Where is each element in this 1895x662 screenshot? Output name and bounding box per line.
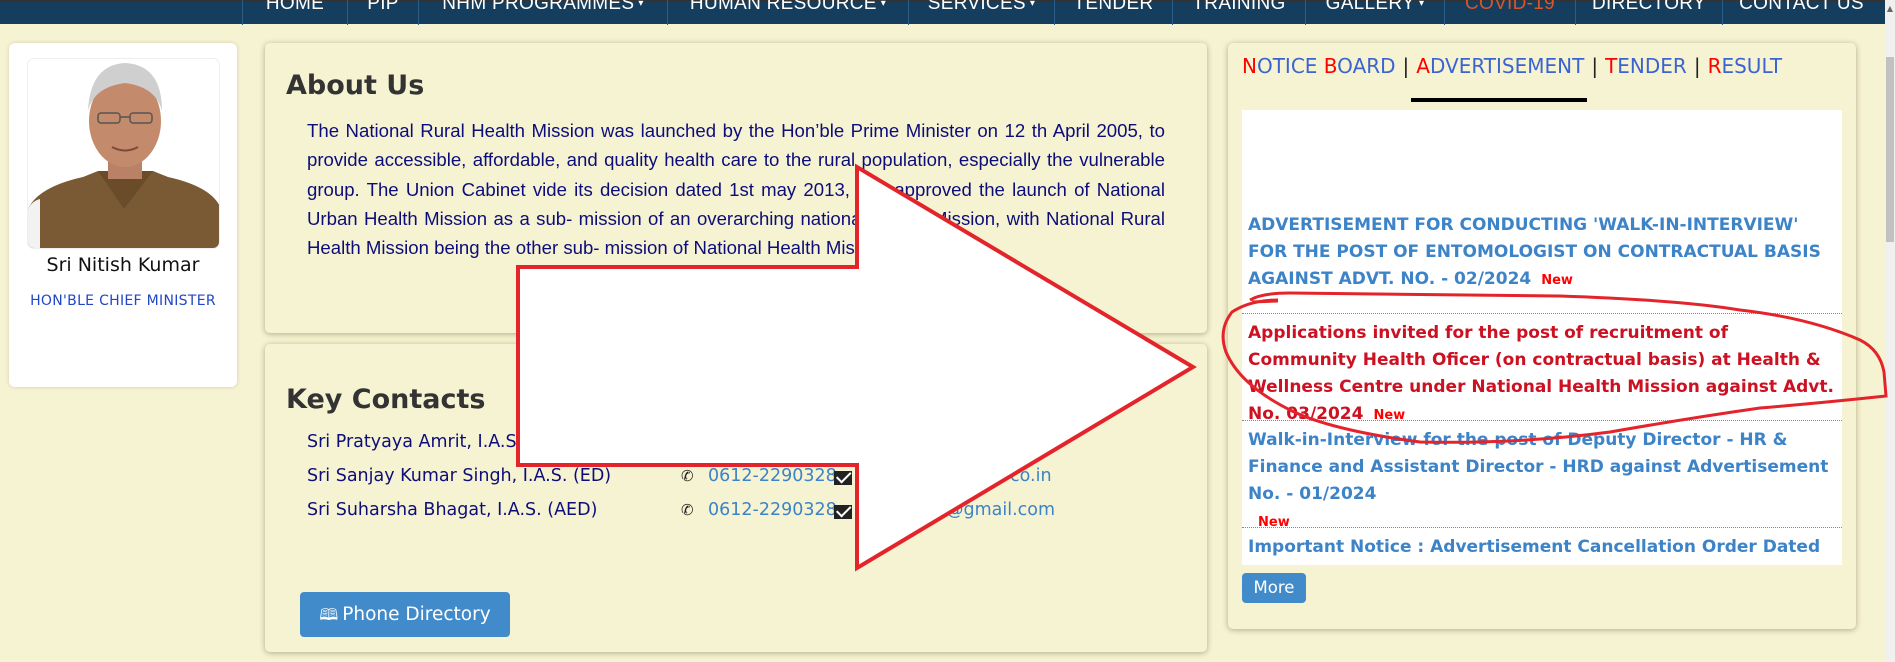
tab-tender[interactable]: TENDER — [1605, 54, 1687, 78]
divider — [1242, 420, 1842, 421]
contact-phone-link[interactable]: 0612-2290328 — [708, 500, 837, 520]
tab-separator: | — [1591, 54, 1599, 78]
tab-rest: OTICE — [1256, 54, 1324, 78]
divider — [1242, 527, 1842, 528]
nav-human-resource[interactable]: HUMAN RESOURCE ▾ — [667, 0, 908, 25]
nav-label: TRAINING — [1192, 0, 1286, 14]
contact-name: Sri Sanjay Kumar Singh, I.A.S. (ED) — [307, 466, 612, 486]
contact-name: Sri Suharsha Bhagat, I.A.S. (AED) — [307, 500, 598, 520]
chevron-down-icon: ▾ — [1029, 0, 1036, 10]
tab-separator: | — [1693, 54, 1701, 78]
tab-notice-board[interactable]: NOTICE BOARD — [1242, 54, 1396, 78]
chevron-down-icon: ▾ — [880, 0, 887, 10]
list-item[interactable]: Important Notice : Advertisement Cancell… — [1248, 534, 1838, 561]
key-contacts-heading: Key Contacts — [286, 384, 486, 415]
nav-tender[interactable]: TENDER — [1054, 0, 1172, 25]
about-us-heading: About Us — [286, 70, 425, 101]
notice-tabs: NOTICE BOARD | ADVERTISEMENT | TENDER | RESULT — [1242, 54, 1782, 78]
chief-minister-name: Sri Nitish Kumar — [46, 254, 200, 276]
more-button[interactable]: More — [1242, 573, 1306, 603]
nav-training[interactable]: TRAINING — [1172, 0, 1305, 25]
nav-nhm-programmes[interactable]: NHM PROGRAMMES ▾ — [418, 0, 667, 25]
nav-pip[interactable]: PIP — [347, 0, 418, 25]
nav-label: TENDER — [1073, 0, 1154, 14]
nav-label: DIRECTORY — [1592, 0, 1706, 14]
nav-label: CONTACT US — [1739, 0, 1864, 14]
nav-label: HOME — [265, 0, 325, 14]
new-badge: New — [1541, 273, 1573, 288]
scroll-up-arrow-icon[interactable]: ▲ — [1885, 4, 1895, 14]
list-item[interactable]: Walk-in-Interview for the post of Deputy… — [1248, 427, 1838, 536]
tab-rest: OARD — [1337, 54, 1396, 78]
contact-email-link[interactable]: co.in — [1010, 466, 1052, 486]
nav-label: SERVICES — [927, 0, 1026, 14]
item-text: ADVERTISEMENT FOR CONDUCTING 'WALK-IN-IN… — [1248, 215, 1821, 289]
book-icon: 🕮 — [319, 605, 339, 624]
phone-icon: ✆ — [681, 501, 694, 519]
tab-rest: ENDER — [1617, 54, 1687, 78]
chevron-down-icon: ▾ — [1419, 0, 1425, 10]
active-tab-indicator — [1411, 98, 1587, 102]
nav-home[interactable]: HOME — [242, 0, 347, 25]
nav-services[interactable]: SERVICES ▾ — [908, 0, 1054, 25]
nav-label: NHM PROGRAMMES — [442, 0, 635, 14]
nav-gallery[interactable]: GALLERY ▾ — [1305, 0, 1444, 25]
chevron-down-icon: ▾ — [638, 0, 644, 10]
tab-initial: B — [1323, 54, 1338, 78]
more-label: More — [1253, 578, 1295, 597]
tab-rest: ESULT — [1721, 54, 1783, 78]
nav-contact-us[interactable]: CONTACT US — [1722, 0, 1880, 25]
tab-advertisement[interactable]: ADVERTISEMENT — [1416, 54, 1584, 78]
scrollbar-thumb[interactable] — [1886, 57, 1894, 242]
nav-label: COVID-19 — [1464, 0, 1556, 14]
nav-directory[interactable]: DIRECTORY — [1575, 0, 1722, 25]
contact-name: Sri Pratyaya Amrit, I.A.S. — [307, 432, 523, 452]
contact-phone-link[interactable]: 0612-2290328 — [708, 466, 837, 486]
divider — [1242, 313, 1842, 314]
phone-directory-label: Phone Directory — [342, 604, 491, 625]
main-nav: HOME PIP NHM PROGRAMMES ▾ HUMAN RESOURCE ▾… — [0, 0, 1885, 25]
tab-initial: A — [1416, 54, 1430, 78]
item-text: Important Notice : Advertisement Cancell… — [1248, 537, 1821, 557]
nav-covid-19[interactable]: COVID-19 — [1444, 0, 1575, 25]
phone-icon: ✆ — [681, 467, 694, 485]
item-text: Walk-in-Interview for the post of Deputy… — [1248, 430, 1829, 504]
advertisement-list: ADVERTISEMENT FOR CONDUCTING 'WALK-IN-IN… — [1242, 110, 1842, 565]
tab-separator: | — [1402, 54, 1410, 78]
about-us-text: The National Rural Health Mission was la… — [307, 120, 1165, 259]
contact-email-link[interactable]: @gmail.com — [946, 500, 1055, 520]
item-text: Applications invited for the post of rec… — [1248, 323, 1834, 424]
tab-initial: N — [1242, 54, 1257, 78]
chief-minister-title[interactable]: HON'BLE CHIEF MINISTER — [9, 293, 237, 309]
tab-rest: DVERTISEMENT — [1429, 54, 1585, 78]
envelope-icon — [834, 471, 852, 485]
nav-label: GALLERY — [1325, 0, 1416, 14]
nav-label: HUMAN RESOURCE — [689, 0, 877, 14]
envelope-icon — [834, 505, 852, 519]
page-scrollbar[interactable]: ▲ — [1885, 0, 1895, 662]
tab-initial: R — [1707, 54, 1722, 78]
list-item[interactable]: Applications invited for the post of rec… — [1248, 320, 1838, 429]
tab-initial: T — [1605, 54, 1618, 78]
list-item[interactable]: ADVERTISEMENT FOR CONDUCTING 'WALK-IN-IN… — [1248, 212, 1838, 294]
phone-directory-button[interactable]: 🕮 Phone Directory — [300, 592, 510, 637]
nav-label: PIP — [367, 0, 399, 14]
tab-result[interactable]: RESULT — [1708, 54, 1782, 78]
chief-minister-photo — [27, 58, 220, 249]
